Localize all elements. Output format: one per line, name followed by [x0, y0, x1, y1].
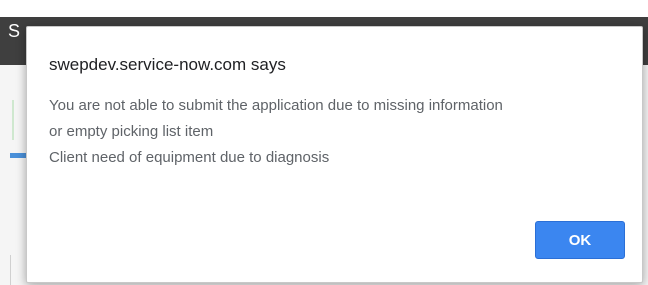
ok-button[interactable]: OK	[535, 221, 625, 259]
dialog-title: swepdev.service-now.com says	[49, 55, 286, 74]
dialog-message: You are not able to submit the applicati…	[49, 93, 619, 171]
background-header-text: S	[8, 21, 21, 41]
dialog-message-line: Client need of equipment due to diagnosi…	[49, 149, 330, 166]
dialog-message-line: or empty picking list item	[49, 123, 214, 140]
background-divider	[10, 255, 11, 285]
background-accent-line	[12, 100, 14, 140]
alert-dialog: swepdev.service-now.com says You are not…	[26, 26, 643, 283]
page: S swepdev.service-now.com says You are n…	[0, 0, 648, 285]
dialog-message-line: You are not able to submit the applicati…	[49, 97, 503, 114]
